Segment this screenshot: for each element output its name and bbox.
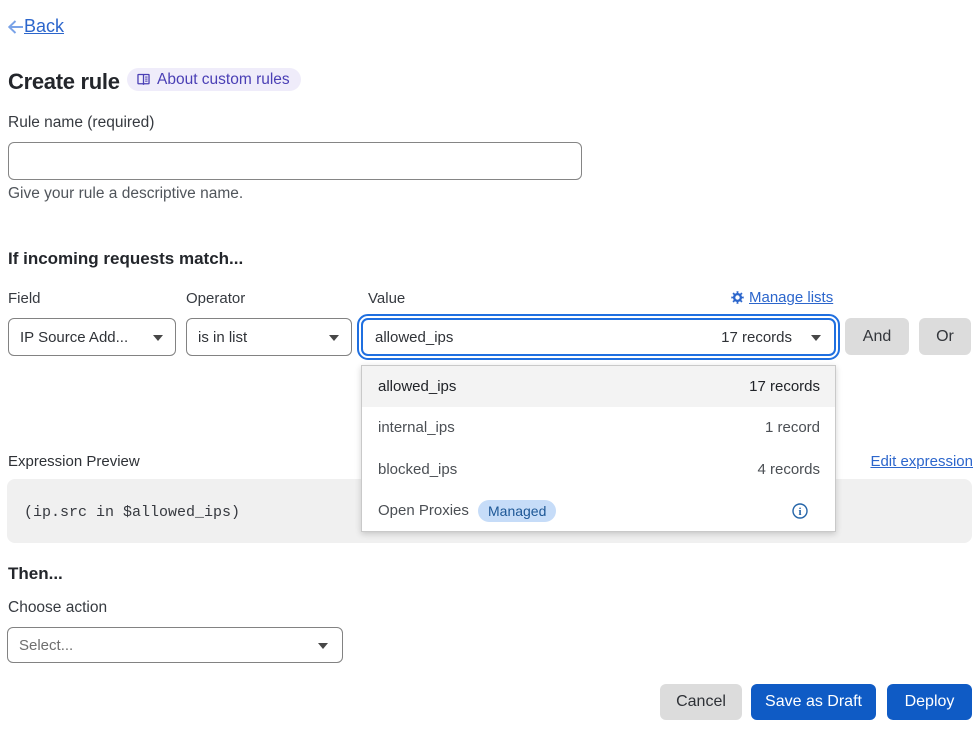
- svg-text:i: i: [798, 506, 801, 518]
